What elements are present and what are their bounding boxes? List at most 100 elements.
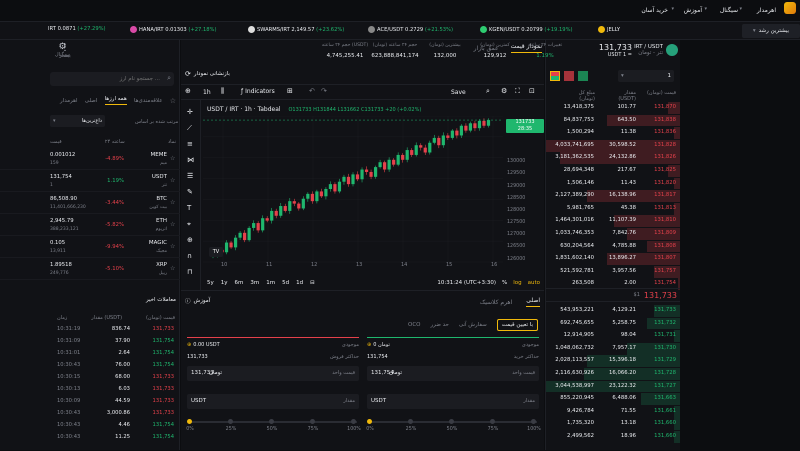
orderbook-row[interactable]: 543,953,221 4,129.21 131,733 [546,305,681,317]
price-axis[interactable]: 130000 129500 129000 128500 128000 127500 1270… [503,116,544,292]
market-row[interactable]: BTC بیت کوین ☆ -3.44% 86,508.90 11,401,666,23… [0,192,180,214]
search-icon[interactable]: ⌕ [486,87,490,96]
reset-chart-button[interactable]: ⟳ بازنشانی نمودار [185,70,230,78]
interval-button[interactable]: 1h [203,89,211,96]
undo-icon[interactable]: ↶ [309,87,315,95]
orderbook-row[interactable]: 2,127,389,290 16,138.96 131,817 [546,190,681,202]
star-icon[interactable]: ☆ [170,97,176,105]
slider-dot[interactable] [531,419,536,424]
orderbook-row[interactable]: 1,464,301,016 11,107.39 131,810 [546,215,681,228]
orderbook-row[interactable]: 1,735,320 13.18 131,660 [546,418,681,431]
orderbook-row[interactable]: 1,048,062,732 7,957.17 131,730 [546,342,681,355]
range-5y[interactable]: 5y [207,280,214,286]
star-icon[interactable]: ☆ [170,155,175,162]
add-icon[interactable]: ⊕ [367,342,371,348]
search-bar[interactable]: ⌕ [50,72,174,86]
ticker-item[interactable]: JELLY [598,26,620,36]
buy-amount-field[interactable]: USDT مقدار [367,394,539,409]
orderbook-row[interactable]: 3,181,362,535 24,132.86 131,826 [546,152,681,165]
view-bids-button[interactable] [578,71,588,81]
orderbook-row[interactable]: 12,914,905 98.04 131,731 [546,330,681,342]
zoom-icon[interactable]: ⊕ [187,236,193,244]
range-1d[interactable]: 1d [296,280,303,286]
market-row[interactable]: USDT تتر ☆ 1.19% 131,754 1 [0,170,180,192]
magnet-icon[interactable]: ∩ [187,252,192,260]
orderbook-row[interactable]: 692,745,655 5,258.75 131,732 [546,317,681,330]
market-row[interactable]: MAGIC مجیک ☆ -9.94% 0.105 13,911 [0,236,180,258]
orderbook-row[interactable]: 630,204,564 4,785.88 131,808 [546,240,681,253]
orderbook-row[interactable]: 2,116,630,926 16,066.20 131,728 [546,368,681,380]
ticker-item[interactable]: ACE/USDT 0.2729 (+21.53%) [368,26,453,36]
tab-leverage[interactable]: اهرمدار [60,98,77,104]
ticker-item[interactable]: IRT 0.0871 (+27.29%) [48,26,106,36]
orderbook-row[interactable]: 13,418,375 101.77 131,870 [546,102,681,114]
save-button[interactable]: Save [451,89,466,96]
nav-signal[interactable]: سیگنال [720,7,738,14]
tab-main[interactable]: اصلی [85,98,98,104]
pair-selector[interactable]: IRT / USDT تتر - تومان [634,44,678,56]
range-1m[interactable]: 1m [266,280,275,286]
auto-toggle[interactable]: auto [528,280,540,286]
slider-dot[interactable] [490,419,495,424]
brand-logo[interactable] [784,2,796,14]
tab-favorites[interactable]: علاقه‌مندی‌ها [134,98,163,104]
fullscreen-icon[interactable]: ⛶ [515,87,520,96]
sell-price-field[interactable]: تومان 131,733 قیمت واحد [187,366,359,381]
type-stop[interactable]: حد ضرر [431,322,449,328]
nav-quick-buy[interactable]: خرید آسان [641,7,668,14]
more-button[interactable]: ⋮ بیشتر [55,43,75,59]
slider-dot[interactable] [187,419,192,424]
type-limit[interactable]: با تعیین قیمت [496,319,538,331]
range-5d[interactable]: 5d [282,280,289,286]
star-icon[interactable]: ☆ [170,221,175,228]
sort-dropdown[interactable]: ▾ داغ‌ترین‌ها [50,115,105,127]
tab-main-order[interactable]: اصلی [526,297,540,307]
camera-icon[interactable]: ⊡ [529,87,535,95]
ticker-item[interactable]: SWARMS/IRT 2,149.57 (+23.62%) [248,26,344,36]
crosshair-icon[interactable]: ✛ [187,108,193,116]
nav-learn[interactable]: آموزش [684,7,702,14]
redo-icon[interactable]: ↷ [321,87,327,95]
orderbook-row[interactable]: 1,506,146 11.43 131,820 [546,177,681,190]
nav-exchange[interactable]: اهرمدار [757,7,776,14]
tab-all[interactable]: همه ارزها [104,96,127,105]
indicators-button[interactable]: ƒ Indicators [241,88,275,95]
trendline-icon[interactable]: ⟋ [187,124,192,133]
tab-classic-leverage[interactable]: اهرم کلاسیک [480,299,512,306]
text-icon[interactable]: T [187,204,191,212]
percent-toggle[interactable]: % [502,280,507,286]
layout-icon[interactable]: ⊞ [287,87,293,95]
orderbook-row[interactable]: 2,499,562 18.96 131,660 [546,431,681,443]
market-row[interactable]: MEME میم ☆ -4.89% 0.001012 159 [0,148,180,170]
orderbook-row[interactable]: 28,694,348 217.67 131,825 [546,165,681,177]
star-icon[interactable]: ☆ [170,199,175,206]
orderbook-row[interactable]: 9,426,784 71.55 131,661 [546,405,681,418]
star-icon[interactable]: ☆ [170,177,175,184]
ruler-icon[interactable]: ⌖ [187,220,191,229]
brush-icon[interactable]: ✎ [187,188,193,196]
orderbook-row[interactable]: 521,592,781 3,957.56 131,757 [546,265,681,278]
log-toggle[interactable]: log [513,280,521,286]
pattern-icon[interactable]: ⋈ [187,156,194,164]
slider-dot[interactable] [449,419,454,424]
slider-dot[interactable] [310,419,315,424]
market-row[interactable]: XRP ریپل ☆ -5.10% 1.89518 249,776 [0,258,180,280]
sell-amount-field[interactable]: USDT مقدار [187,394,359,409]
add-icon[interactable]: ⊕ [187,342,191,348]
view-both-button[interactable] [550,71,560,81]
type-market[interactable]: سفارش آنی [459,322,487,328]
orderbook-row[interactable]: 2,028,113,557 15,396.18 131,729 [546,355,681,368]
hlines-icon[interactable]: ≡ [187,140,193,148]
orderbook-row[interactable]: 1,500,294 11.38 131,836 [546,127,681,139]
qty-dropdown[interactable]: ▾ 1 [618,70,674,82]
slider-dot[interactable] [351,419,356,424]
fib-icon[interactable]: ☰ [187,172,193,180]
buy-price-field[interactable]: تومان 131,754 قیمت واحد [367,366,539,381]
star-icon[interactable]: ☆ [170,243,175,250]
range-1y[interactable]: 1y [221,280,228,286]
slider-dot[interactable] [269,419,274,424]
orderbook-row[interactable]: 1,831,602,140 13,896.27 131,807 [546,253,681,265]
orderbook-row[interactable]: 3,044,538,997 23,122.32 131,727 [546,380,681,393]
range-3m[interactable]: 3m [250,280,259,286]
ticker-item[interactable]: HANA/IRT 0.01303 (+27.18%) [130,26,217,36]
